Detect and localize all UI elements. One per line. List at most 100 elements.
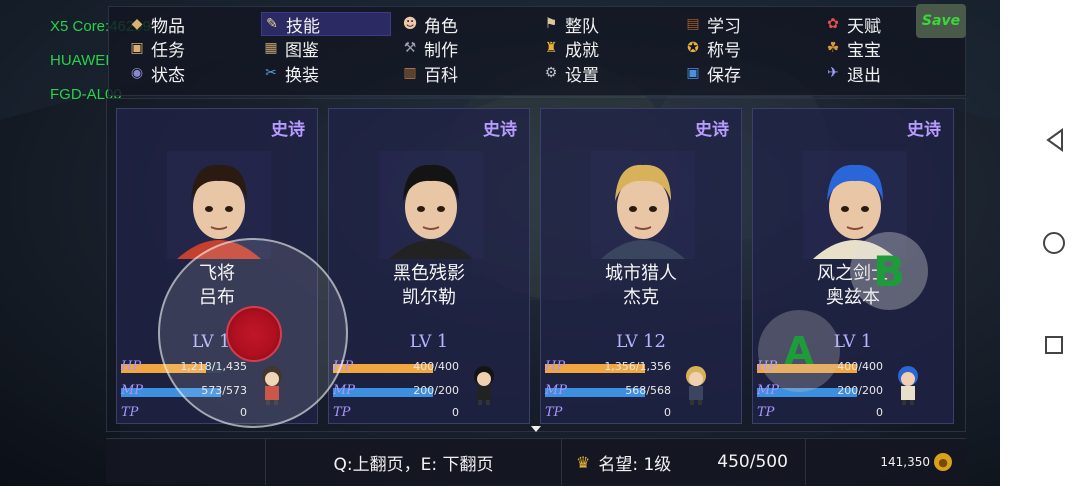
gold-coin-icon: ● bbox=[934, 453, 952, 471]
tp-stat-label: TP bbox=[757, 405, 775, 420]
skill-icon: ✎ bbox=[266, 16, 278, 32]
anvil-icon: ⚒ bbox=[403, 40, 417, 56]
menu-item-5[interactable]: ✿ 天赋 bbox=[823, 12, 881, 37]
page-down-arrow-icon[interactable] bbox=[531, 426, 541, 432]
menu-item-3[interactable]: ⚑ 整队 bbox=[541, 12, 599, 37]
menu-item-13[interactable]: ✂ 换装 bbox=[261, 61, 319, 86]
tp-stat-label: TP bbox=[333, 405, 351, 420]
hp-stat-label: HP bbox=[545, 359, 566, 374]
menu-item-4[interactable]: ▤ 学习 bbox=[683, 12, 741, 37]
character-name: 凯尔勒 bbox=[402, 287, 456, 308]
rarity-label: 史诗 bbox=[695, 120, 729, 140]
character-title: 黑色残影 bbox=[393, 263, 465, 284]
reputation-label: 名望: 1级 bbox=[598, 454, 672, 475]
character-card[interactable]: 史诗 黑色残影 凯尔勒 LV 1 HP 400/400 MP 200/200 TP 0 bbox=[328, 108, 530, 424]
menu-item-label: 图鉴 bbox=[285, 40, 319, 61]
medal-icon: ✪ bbox=[687, 40, 699, 56]
menu-item-label: 学习 bbox=[707, 16, 741, 37]
encyclopedia-icon: ▥ bbox=[403, 65, 417, 81]
status-icon: ◉ bbox=[130, 65, 144, 81]
tp-stat: TP 0 bbox=[757, 405, 883, 422]
hp-stat: HP 400/400 bbox=[333, 359, 459, 376]
gold-amount: 141,350 bbox=[880, 455, 930, 469]
back-icon[interactable] bbox=[1044, 128, 1066, 152]
bottom-empty-slot bbox=[106, 439, 266, 485]
level-value: 1 bbox=[436, 331, 449, 352]
character-sprite bbox=[474, 366, 494, 405]
page-hint: Q:上翻页，E: 下翻页 bbox=[266, 439, 562, 485]
save-badge[interactable]: Save bbox=[916, 4, 966, 38]
menu-item-15[interactable]: ⚙ 设置 bbox=[541, 61, 599, 86]
recent-apps-icon[interactable] bbox=[1045, 336, 1063, 354]
game-screen: X5 Core:46299 HUAWEI FGD-AL00 ◆ 物品 ✎ 技能 ☻ 角色 ⚑… bbox=[0, 0, 1080, 486]
outfit-icon: ✂ bbox=[265, 65, 277, 81]
debug-brand: HUAWEI bbox=[50, 52, 110, 69]
floppy-icon: ▣ bbox=[686, 65, 700, 81]
character-level: LV 1 bbox=[329, 331, 529, 352]
menu-item-1[interactable]: ✎ 技能 bbox=[261, 12, 391, 37]
menu-item-8[interactable]: ⚒ 制作 bbox=[400, 36, 458, 61]
tp-stat-label: TP bbox=[121, 405, 139, 420]
menu-item-10[interactable]: ✪ 称号 bbox=[683, 36, 741, 61]
menu-item-label: 状态 bbox=[151, 65, 185, 86]
menu-item-label: 退出 bbox=[847, 65, 881, 86]
crown-icon: ♛ bbox=[576, 452, 591, 472]
menu-item-2[interactable]: ☻ 角色 bbox=[400, 12, 458, 37]
menu-item-9[interactable]: ♜ 成就 bbox=[541, 36, 599, 61]
menu-item-label: 角色 bbox=[424, 16, 458, 37]
hp-stat-value: 400/400 bbox=[413, 360, 459, 373]
menu-item-label: 任务 bbox=[151, 40, 185, 61]
menu-item-7[interactable]: ▦ 图鉴 bbox=[261, 36, 319, 61]
level-value: 12 bbox=[643, 331, 666, 352]
menu-item-12[interactable]: ◉ 状态 bbox=[127, 61, 185, 86]
b-button[interactable]: B bbox=[850, 232, 928, 310]
main-menu: ◆ 物品 ✎ 技能 ☻ 角色 ⚑ 整队 ▤ 学习 ✿ 天赋 ▣ 任务 ▦ 图鉴 ⚒ 制作 ♜ 成就 ✪ 称号 ☘ 宝宝 ◉ 状态 ✂… bbox=[108, 6, 966, 96]
character-portrait bbox=[379, 151, 483, 259]
menu-item-0[interactable]: ◆ 物品 bbox=[127, 12, 185, 37]
menu-item-label: 整队 bbox=[565, 16, 599, 37]
home-icon[interactable] bbox=[1043, 232, 1065, 254]
virtual-joystick[interactable] bbox=[158, 238, 348, 428]
mp-stat-value: 568/568 bbox=[625, 384, 671, 397]
flag-icon: ⚑ bbox=[544, 16, 558, 32]
bottom-status-bar: Q:上翻页，E: 下翻页 ♛ 名望: 1级 450/500 141,350 ● bbox=[106, 438, 966, 485]
a-button[interactable]: A bbox=[758, 310, 840, 392]
pet-icon: ☘ bbox=[826, 40, 840, 56]
rarity-label: 史诗 bbox=[483, 120, 517, 140]
tp-stat-value: 0 bbox=[664, 406, 671, 419]
gear-icon: ⚙ bbox=[544, 65, 558, 81]
mp-stat-label: MP bbox=[545, 383, 568, 398]
menu-item-label: 技能 bbox=[286, 16, 320, 37]
level-label: LV bbox=[409, 332, 437, 352]
menu-item-label: 宝宝 bbox=[847, 40, 881, 61]
rarity-label: 史诗 bbox=[907, 120, 941, 140]
character-level: LV 12 bbox=[541, 331, 741, 352]
menu-item-label: 百科 bbox=[424, 65, 458, 86]
menu-item-label: 设置 bbox=[565, 65, 599, 86]
menu-item-17[interactable]: ✈ 退出 bbox=[823, 61, 881, 86]
hp-stat-value: 1,356/1,356 bbox=[604, 360, 671, 373]
level-label: LV bbox=[616, 332, 644, 352]
bag-icon: ◆ bbox=[131, 16, 143, 32]
mp-stat-label: MP bbox=[333, 383, 356, 398]
codex-icon: ▦ bbox=[264, 40, 278, 56]
character-card[interactable]: 史诗 城市猎人 杰克 LV 12 HP 1,356/1,356 MP 568/568 TP 0 bbox=[540, 108, 742, 424]
reputation-value: 450/500 bbox=[717, 452, 788, 472]
character-title: 城市猎人 bbox=[605, 263, 677, 284]
rarity-label: 史诗 bbox=[271, 120, 305, 140]
menu-item-14[interactable]: ▥ 百科 bbox=[400, 61, 458, 86]
book-icon: ▤ bbox=[686, 16, 700, 32]
tp-stat-value: 0 bbox=[876, 406, 883, 419]
hp-stat-label: HP bbox=[121, 359, 142, 374]
hp-stat: HP 1,356/1,356 bbox=[545, 359, 671, 376]
character-sprite bbox=[898, 366, 918, 405]
level-value: 1 bbox=[860, 331, 873, 352]
joystick-knob[interactable] bbox=[226, 306, 282, 362]
android-nav-bar bbox=[1000, 0, 1080, 486]
menu-item-11[interactable]: ☘ 宝宝 bbox=[823, 36, 881, 61]
menu-item-6[interactable]: ▣ 任务 bbox=[127, 36, 185, 61]
tp-stat: TP 0 bbox=[333, 405, 459, 422]
character-portrait bbox=[591, 151, 695, 259]
menu-item-16[interactable]: ▣ 保存 bbox=[683, 61, 741, 86]
mp-stat: MP 568/568 bbox=[545, 383, 671, 400]
